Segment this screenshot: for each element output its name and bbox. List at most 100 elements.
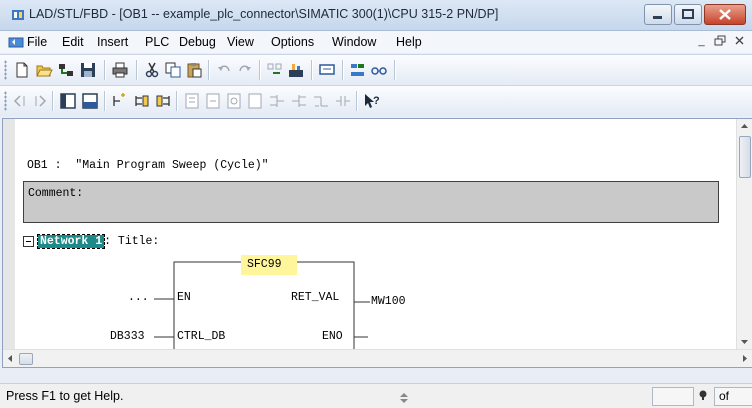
toolbar-separator [208, 60, 210, 80]
contact-icon[interactable] [204, 92, 222, 110]
toolbar-separator [52, 91, 54, 111]
title-bar: LAD/STL/FBD - [OB1 -- example_plc_connec… [0, 0, 752, 31]
menu-plc[interactable]: PLC [145, 35, 169, 49]
insert-right-icon[interactable] [154, 92, 172, 110]
status-field-2: of [714, 387, 752, 406]
glasses-icon[interactable] [370, 61, 388, 79]
toolbar-separator [394, 60, 396, 80]
redo-icon[interactable] [236, 61, 254, 79]
block-name-highlight[interactable]: SFC99 [241, 255, 297, 275]
program-elements-icon[interactable] [59, 92, 77, 110]
toolbar-separator [342, 60, 344, 80]
branch-open-icon[interactable] [268, 92, 286, 110]
svg-text:?: ? [373, 95, 380, 107]
box-empty-icon[interactable] [246, 92, 264, 110]
document-window-icon[interactable] [8, 35, 24, 49]
details-icon[interactable] [81, 92, 99, 110]
connection-icon[interactable] [312, 92, 330, 110]
toolbar-separator [176, 91, 178, 111]
vertical-scroll-thumb[interactable] [739, 136, 751, 178]
menu-file[interactable]: File [27, 35, 47, 49]
close-button[interactable] [704, 4, 746, 25]
pin-en: EN [177, 291, 191, 304]
status-help-text: Press F1 to get Help. [6, 389, 124, 403]
mdi-restore-button[interactable] [712, 33, 729, 49]
menu-bar: File Edit Insert PLC Debug View Options … [0, 31, 752, 53]
window-title: LAD/STL/FBD - [OB1 -- example_plc_connec… [29, 7, 499, 21]
resize-cursor-icon [400, 393, 408, 403]
toolbar-separator [104, 60, 106, 80]
save-icon[interactable] [79, 61, 97, 79]
status-field-text: of [719, 389, 730, 403]
standard-toolbar [0, 54, 752, 85]
vertical-scrollbar[interactable] [736, 119, 752, 349]
horizontal-scroll-thumb[interactable] [19, 353, 33, 365]
help-pointer-icon[interactable]: ? [362, 92, 380, 110]
ctrl-db-operand[interactable]: DB333 [110, 330, 145, 343]
app-window: LAD/STL/FBD - [OB1 -- example_plc_connec… [0, 0, 752, 408]
download-icon[interactable] [287, 61, 305, 79]
forward-icon[interactable] [30, 92, 48, 110]
toolbar-separator [356, 91, 358, 111]
mdi-close-icon [735, 36, 744, 45]
menu-help[interactable]: Help [396, 35, 422, 49]
menu-view[interactable]: View [227, 35, 254, 49]
scroll-right-icon[interactable] [737, 350, 752, 367]
copy-icon[interactable] [164, 61, 182, 79]
mdi-buttons: _ [691, 33, 748, 49]
branch-icon[interactable] [334, 92, 352, 110]
toolbar-grip[interactable] [4, 91, 7, 111]
editor-gutter [3, 119, 15, 349]
pin-ret-val: RET_VAL [291, 291, 340, 304]
menu-edit[interactable]: Edit [62, 35, 84, 49]
accessible-nodes-icon[interactable] [57, 61, 75, 79]
block-name: SFC99 [247, 258, 282, 271]
pin-ctrl-db: CTRL_DB [177, 330, 226, 343]
undo-icon[interactable] [215, 61, 233, 79]
app-icon [12, 10, 24, 20]
pin-icon [699, 390, 707, 400]
coil-icon[interactable] [225, 92, 243, 110]
mdi-close-button[interactable] [731, 33, 748, 49]
back-icon[interactable] [12, 92, 30, 110]
simulation-icon[interactable] [349, 61, 367, 79]
new-icon[interactable] [13, 61, 31, 79]
pin-eno: ENO [322, 330, 343, 343]
box-icon[interactable] [183, 92, 201, 110]
toolbar-separator [259, 60, 261, 80]
insert-left-icon[interactable] [133, 92, 151, 110]
monitor-icon[interactable] [318, 61, 336, 79]
branch-close-icon[interactable] [290, 92, 308, 110]
scroll-down-icon[interactable] [737, 334, 752, 349]
open-icon[interactable] [35, 61, 53, 79]
maximize-button[interactable] [674, 4, 702, 25]
new-network-icon[interactable] [111, 92, 129, 110]
mdi-minimize-button[interactable]: _ [693, 33, 710, 49]
restore-icon [714, 35, 726, 46]
menu-window[interactable]: Window [332, 35, 376, 49]
en-operand[interactable]: ... [128, 291, 149, 304]
fbd-editor[interactable]: OB1 : "Main Program Sweep (Cycle)" Comme… [17, 119, 734, 349]
toolbar-grip[interactable] [4, 60, 7, 80]
menu-debug[interactable]: Debug [179, 35, 216, 49]
close-icon [719, 9, 731, 20]
print-icon[interactable] [111, 61, 129, 79]
menu-insert[interactable]: Insert [97, 35, 128, 49]
horizontal-scrollbar[interactable] [3, 349, 752, 367]
minimize-button[interactable] [644, 4, 672, 25]
editor-window: OB1 : "Main Program Sweep (Cycle)" Comme… [2, 118, 752, 368]
toolbar-separator [136, 60, 138, 80]
overview-icon[interactable] [266, 61, 284, 79]
ret-val-operand[interactable]: MW100 [371, 295, 406, 308]
cut-icon[interactable] [143, 61, 161, 79]
status-bar: Press F1 to get Help. of [0, 383, 752, 408]
status-field-1 [652, 387, 694, 406]
fbd-diagram [154, 261, 370, 349]
menu-options[interactable]: Options [271, 35, 314, 49]
scroll-up-icon[interactable] [737, 119, 752, 134]
maximize-icon [682, 9, 694, 19]
scroll-left-icon[interactable] [3, 350, 18, 367]
caption-buttons [642, 4, 746, 25]
ladder-toolbar: ? [0, 85, 752, 116]
paste-icon[interactable] [185, 61, 203, 79]
